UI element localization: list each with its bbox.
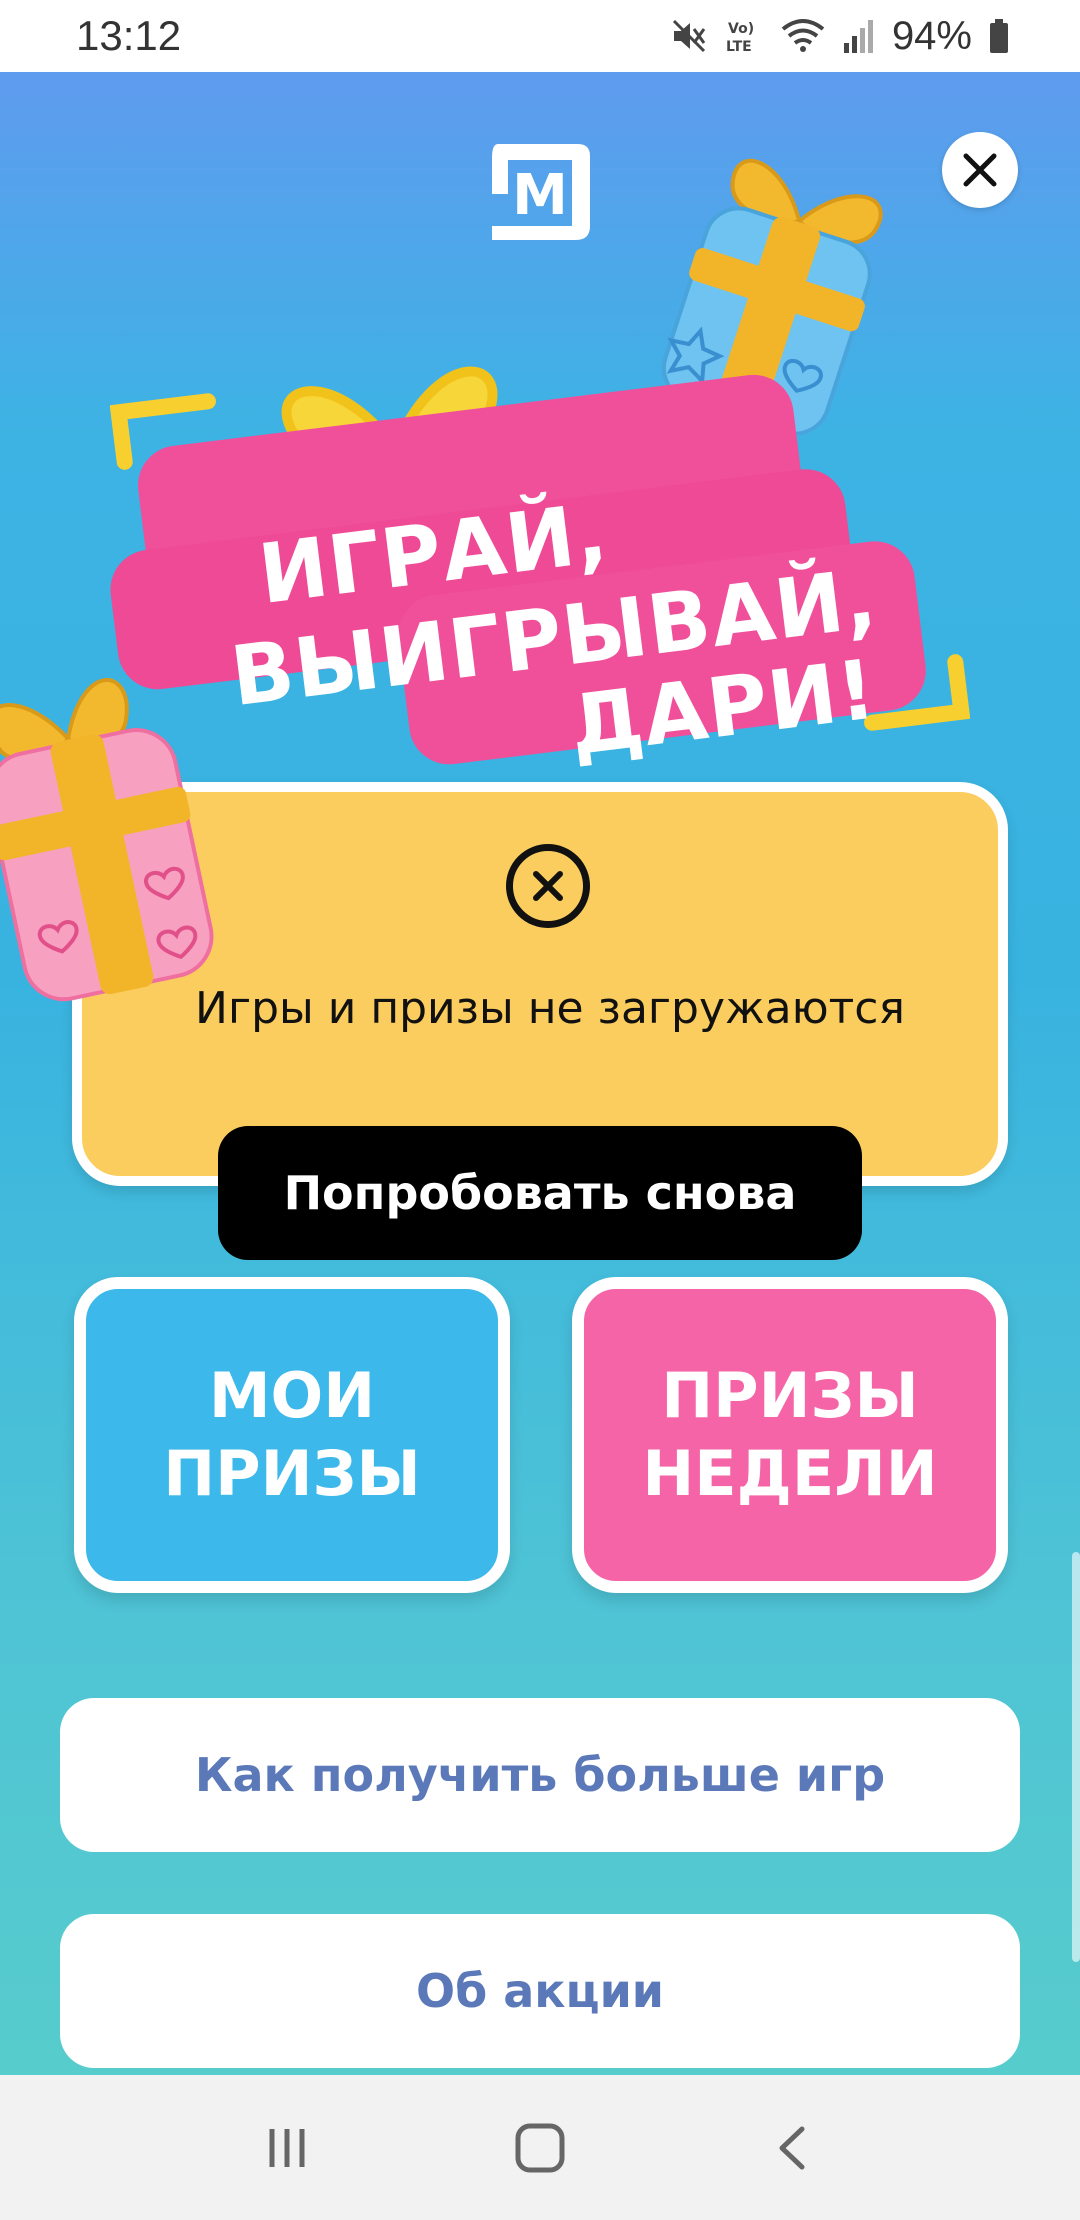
svg-text:Vo): Vo) (728, 21, 754, 37)
home-button[interactable] (500, 2108, 580, 2188)
status-icons: Vo) LTE 94% (670, 14, 1010, 59)
back-button[interactable] (753, 2108, 833, 2188)
back-icon (779, 2126, 805, 2169)
signal-icon (842, 17, 876, 55)
gift-pink-icon (0, 637, 240, 1077)
retry-button[interactable]: Попробовать снова (218, 1126, 862, 1260)
recent-apps-icon (269, 2128, 305, 2167)
promo-screen: М ИГРАЙ, ВЫИГРЫВАЙ, ДАРИ! Игры и призы н… (0, 72, 1080, 2075)
svg-text:LTE: LTE (726, 39, 752, 55)
wifi-icon (780, 17, 826, 55)
scrollbar[interactable] (1072, 1552, 1080, 1962)
status-bar: 13:12 Vo) LTE 94% (0, 0, 1080, 72)
home-icon (515, 2123, 565, 2172)
volte-icon: Vo) LTE (724, 17, 764, 55)
close-button[interactable] (942, 132, 1018, 208)
battery-percent: 94% (891, 13, 972, 58)
svg-text:М: М (512, 163, 568, 228)
error-message: Игры и призы не загружаются (195, 983, 905, 1034)
mute-icon (670, 17, 708, 55)
magnit-logo-icon: М (478, 130, 602, 254)
recent-apps-button[interactable] (247, 2108, 327, 2188)
close-icon (963, 153, 997, 187)
my-prizes-button[interactable]: МОИ ПРИЗЫ (74, 1277, 510, 1593)
battery-icon (988, 17, 1010, 55)
status-time: 13:12 (76, 12, 182, 59)
about-promo-button[interactable]: Об акции (60, 1914, 1020, 2068)
more-games-button[interactable]: Как получить больше игр (60, 1698, 1020, 1852)
navigation-bar (0, 2075, 1080, 2220)
weekly-prizes-button[interactable]: ПРИЗЫ НЕДЕЛИ (572, 1277, 1008, 1593)
error-x-icon (506, 844, 590, 928)
